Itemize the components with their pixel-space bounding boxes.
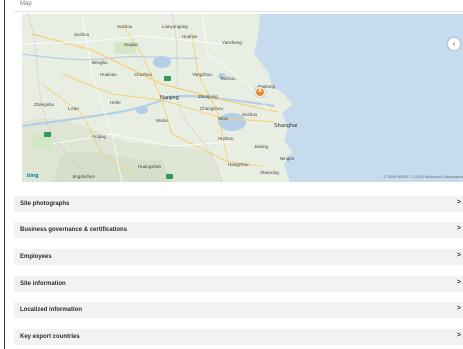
map-place-label: Yangzhou <box>192 72 212 77</box>
section-localized-information[interactable]: Localized information > <box>14 302 463 318</box>
map-header: Map <box>14 0 463 12</box>
map-place-label: Suzhou <box>117 24 133 29</box>
map-place-label: Taizhou <box>220 76 236 81</box>
road-sign-icon <box>164 76 171 81</box>
map-place-label: Jingdezhen <box>72 174 96 179</box>
map-place-label: Suqian <box>124 42 139 47</box>
map-place-label: Huainan <box>100 72 117 77</box>
map-place-label: Anqing <box>92 134 107 139</box>
map-place-label: Wuxi <box>218 116 228 121</box>
map-place-label: Lianyungang <box>162 24 188 29</box>
map-copyright: © 2019 HERE, © 2019 Microsoft Corporatio… <box>383 174 463 179</box>
bing-logo[interactable]: bing <box>27 173 39 179</box>
map-panel: Map Suzhou Xuzhou Lianyungang Huai'an Ya… <box>14 0 463 189</box>
map-base-layer <box>22 14 463 182</box>
road-sign-icon <box>44 132 51 137</box>
bing-logo-text: bing <box>27 173 39 179</box>
chevron-right-icon: > <box>456 225 461 232</box>
section-employees[interactable]: Employees > <box>14 249 463 265</box>
map-place-label: Nanjing <box>160 95 179 101</box>
section-label: Employees <box>20 254 52 260</box>
map-header-label: Map <box>20 1 32 7</box>
map-place-label: Suzhou <box>242 112 258 117</box>
section-label: Site information <box>20 281 66 287</box>
map-place-label: Bengbu <box>92 60 108 65</box>
map-place-label: Ningbo <box>280 156 295 161</box>
section-site-information[interactable]: Site information > <box>14 276 463 292</box>
map-place-label: Lu'an <box>68 106 79 111</box>
map-view[interactable]: Suzhou Xuzhou Lianyungang Huai'an Yancheng Su… <box>22 14 463 182</box>
map-place-label: Changzhou <box>200 106 224 111</box>
road-sign-icon <box>166 174 173 179</box>
section-label: Localized information <box>20 307 83 313</box>
location-pin-marker[interactable]: 8 <box>255 87 265 97</box>
section-label: Business governance & certifications <box>20 227 128 233</box>
chevron-right-icon: > <box>456 332 461 339</box>
expand-map-icon[interactable]: ‹ <box>448 38 460 50</box>
left-border-line <box>4 0 5 349</box>
chevron-right-icon: > <box>456 279 461 286</box>
section-label: Site photographs <box>20 201 70 207</box>
map-place-label: Huzhou <box>218 136 234 141</box>
chevron-right-icon: > <box>456 199 461 206</box>
chevron-right-icon: > <box>456 252 461 259</box>
map-place-label: Shanghai <box>274 123 298 129</box>
map-place-label: Zhenjiang <box>198 94 218 99</box>
map-place-label: Jiaxing <box>254 144 269 149</box>
section-site-photographs[interactable]: Site photographs > <box>14 196 463 212</box>
map-place-label: Xuzhou <box>74 32 90 37</box>
map-place-label: Shaoxing <box>260 170 279 175</box>
map-place-label: Hefei <box>110 100 121 105</box>
map-place-label: Wuhu <box>156 118 168 123</box>
map-place-label: Chuzhou <box>134 72 153 77</box>
map-place-label: Huai'an <box>182 34 198 39</box>
section-key-export-countries[interactable]: Key export countries > <box>14 329 463 345</box>
map-place-label: Hangzhou <box>228 162 249 167</box>
map-place-label: Yancheng <box>222 40 242 45</box>
section-business-governance[interactable]: Business governance & certifications > <box>14 222 463 238</box>
section-label: Key export countries <box>20 334 80 340</box>
map-place-label: Huangshan <box>138 164 162 169</box>
chevron-right-icon: > <box>456 305 461 312</box>
map-place-label: Zhangshu <box>34 102 55 107</box>
